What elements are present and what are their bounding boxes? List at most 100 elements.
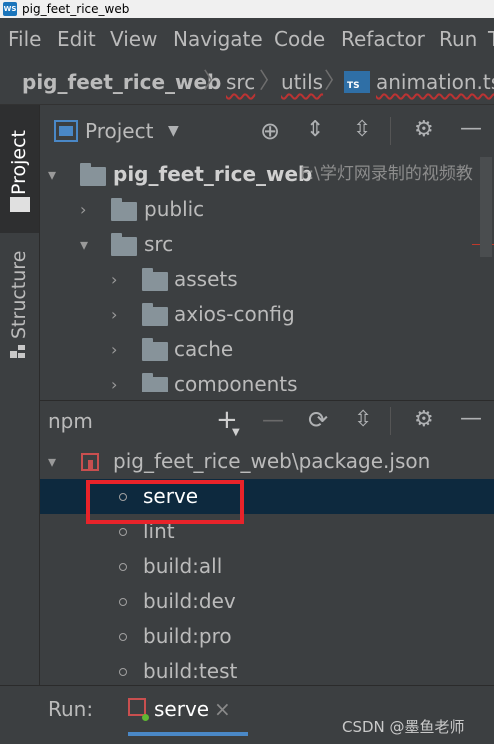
npm-package-icon bbox=[81, 453, 99, 471]
run-tab-label: serve bbox=[154, 697, 210, 721]
folder-icon bbox=[111, 198, 137, 221]
breadcrumb-src[interactable]: src bbox=[226, 60, 255, 104]
breadcrumb-project[interactable]: pig_feet_rice_web bbox=[22, 60, 221, 104]
tab-structure-label: Structure bbox=[8, 250, 30, 339]
locate-icon[interactable]: ⊕ bbox=[260, 119, 280, 143]
window-title-bar: WS pig_feet_rice_web bbox=[0, 0, 494, 18]
npm-package-label: pig_feet_rice_web\package.json bbox=[113, 449, 431, 473]
breadcrumb-separator: 〉 bbox=[259, 69, 282, 94]
npm-script-label: build:test bbox=[143, 659, 238, 683]
breadcrumb-separator: 〉 bbox=[324, 69, 347, 94]
run-tool-bar: Run: serve × CSDN @墨鱼老师 bbox=[0, 685, 494, 744]
project-view-icon bbox=[54, 120, 78, 142]
menu-file[interactable]: File bbox=[8, 18, 41, 60]
npm-script-build-pro[interactable]: build:pro bbox=[40, 619, 494, 654]
gear-icon[interactable]: ⚙ bbox=[414, 119, 434, 141]
tree-item-label: public bbox=[144, 197, 205, 221]
chevron-down-icon[interactable]: ▾ bbox=[48, 157, 56, 192]
npm-script-label: build:all bbox=[143, 554, 223, 578]
tree-item-components[interactable]: › components bbox=[40, 367, 494, 392]
close-icon[interactable]: × bbox=[214, 686, 231, 732]
chevron-right-icon[interactable]: › bbox=[80, 192, 86, 227]
project-tab-icon bbox=[10, 197, 30, 212]
chevron-down-icon[interactable]: ▼ bbox=[168, 105, 179, 157]
toolbar-divider bbox=[390, 407, 391, 435]
navigation-breadcrumb: pig_feet_rice_web 〉 src 〉 utils 〉 animat… bbox=[0, 60, 494, 105]
tree-item-axios-config[interactable]: › axios-config bbox=[40, 297, 494, 332]
gear-icon[interactable]: ⚙ bbox=[414, 409, 434, 431]
npm-panel-header: npm + ▼ — ⟳ ⇳ ⚙ — bbox=[40, 400, 494, 443]
tree-root-name: pig_feet_rice_web bbox=[113, 162, 313, 186]
chevron-right-icon[interactable]: › bbox=[111, 297, 117, 332]
npm-script-build-dev[interactable]: build:dev bbox=[40, 584, 494, 619]
structure-tab-icon bbox=[10, 345, 26, 361]
menu-navigate[interactable]: Navigate bbox=[173, 18, 263, 60]
menu-edit[interactable]: Edit bbox=[57, 18, 96, 60]
tree-item-label: cache bbox=[174, 337, 234, 361]
menu-bar: File Edit View Navigate Code Refactor Ru… bbox=[0, 18, 494, 60]
annotation-highlight-box bbox=[86, 480, 244, 524]
tab-project[interactable]: Project bbox=[0, 105, 39, 233]
collapse-all-icon[interactable]: ⇳ bbox=[353, 119, 371, 141]
folder-icon bbox=[80, 163, 106, 186]
breadcrumb-separator: 〉 bbox=[203, 69, 226, 94]
menu-code[interactable]: Code bbox=[274, 18, 325, 60]
minimize-icon[interactable]: — bbox=[460, 118, 482, 140]
npm-script-label: build:dev bbox=[143, 589, 236, 613]
toolbar-divider bbox=[390, 117, 391, 145]
breadcrumb-utils[interactable]: utils bbox=[281, 60, 323, 104]
npm-script-build-test[interactable]: build:test bbox=[40, 654, 494, 684]
tree-root-path: F:\学灯网录制的视频教 bbox=[300, 164, 473, 184]
npm-package[interactable]: ▾ pig_feet_rice_web\package.json bbox=[40, 444, 494, 479]
script-bullet-icon bbox=[119, 563, 127, 571]
chevron-down-icon[interactable]: ▾ bbox=[80, 227, 88, 262]
project-panel-header: Project ▼ ⊕ ⇕ ⇳ ⚙ — bbox=[40, 105, 494, 158]
run-label: Run: bbox=[48, 697, 94, 721]
folder-icon bbox=[111, 233, 137, 256]
typescript-file-icon bbox=[344, 71, 370, 93]
folder-icon bbox=[142, 338, 168, 361]
npm-script-build-all[interactable]: build:all bbox=[40, 549, 494, 584]
tree-item-cache[interactable]: › cache bbox=[40, 332, 494, 367]
collapse-all-icon[interactable]: ⇳ bbox=[354, 409, 372, 431]
npm-scripts-tree: ▾ pig_feet_rice_web\package.json serve l… bbox=[40, 442, 494, 684]
tree-scrollbar[interactable] bbox=[480, 157, 492, 257]
script-bullet-icon bbox=[119, 633, 127, 641]
chevron-right-icon[interactable]: › bbox=[111, 367, 117, 392]
menu-tools[interactable]: T bbox=[488, 18, 494, 60]
tree-item-label: src bbox=[144, 232, 174, 256]
tree-root[interactable]: ▾ pig_feet_rice_web F:\学灯网录制的视频教 bbox=[40, 157, 494, 192]
menu-refactor[interactable]: Refactor bbox=[341, 18, 425, 60]
expand-all-icon[interactable]: ⇕ bbox=[306, 119, 324, 141]
menu-run[interactable]: Run bbox=[439, 18, 477, 60]
menu-view[interactable]: View bbox=[110, 18, 157, 60]
npm-panel-title: npm bbox=[48, 409, 93, 433]
tab-structure[interactable]: Structure bbox=[0, 245, 39, 365]
run-tab-serve[interactable]: serve × bbox=[128, 686, 248, 736]
window-title: pig_feet_rice_web bbox=[22, 2, 130, 16]
folder-icon bbox=[142, 373, 168, 392]
tree-item-src[interactable]: ▾ src bbox=[40, 227, 494, 262]
script-bullet-icon bbox=[119, 528, 127, 536]
webstorm-app-icon: WS bbox=[3, 2, 17, 16]
tree-item-assets[interactable]: › assets bbox=[40, 262, 494, 297]
tree-item-label: assets bbox=[174, 267, 238, 291]
project-view-selector[interactable]: Project bbox=[85, 105, 153, 157]
refresh-icon[interactable]: ⟳ bbox=[308, 408, 328, 432]
npm-script-label: build:pro bbox=[143, 624, 232, 648]
chevron-right-icon[interactable]: › bbox=[111, 262, 117, 297]
chevron-down-icon[interactable]: ▾ bbox=[48, 444, 56, 479]
chevron-right-icon[interactable]: › bbox=[111, 332, 117, 367]
tree-item-label: components bbox=[174, 372, 298, 392]
script-bullet-icon bbox=[119, 668, 127, 676]
left-tool-strip: Project Structure bbox=[0, 105, 40, 685]
running-indicator-icon bbox=[142, 714, 149, 721]
script-bullet-icon bbox=[119, 598, 127, 606]
minimize-icon[interactable]: — bbox=[460, 408, 482, 430]
chevron-down-icon: ▼ bbox=[232, 427, 240, 438]
remove-icon[interactable]: — bbox=[262, 410, 284, 432]
tree-item-public[interactable]: › public bbox=[40, 192, 494, 227]
project-tree: ▾ pig_feet_rice_web F:\学灯网录制的视频教 › publi… bbox=[40, 157, 494, 392]
tree-item-label: axios-config bbox=[174, 302, 295, 326]
breadcrumb-file[interactable]: animation.ts bbox=[376, 60, 494, 104]
